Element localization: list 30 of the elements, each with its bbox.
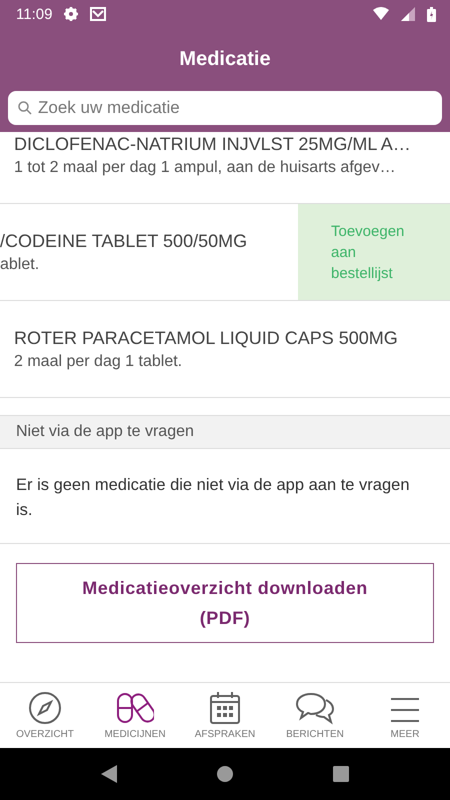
chat-icon <box>295 691 335 725</box>
medication-name: ROTER PARACETAMOL LIQUID CAPS 500MG <box>14 328 399 348</box>
battery-icon <box>427 6 436 22</box>
medication-name: /CODEINE TABLET 500/50MG <box>0 230 248 252</box>
nav-tab[interactable]: MEDICIJNEN <box>90 683 180 748</box>
empty-message: Er is geen medicatie die niet via de app aan te vragen is. <box>0 449 450 544</box>
download-button[interactable]: Medicatieoverzicht downloaden (PDF) <box>16 563 434 643</box>
gear-icon <box>64 7 78 21</box>
nav-tab[interactable]: OVERZICHT <box>0 683 90 748</box>
calendar-icon <box>209 691 241 725</box>
nav-tab[interactable]: MEER <box>360 683 450 748</box>
pills-icon <box>116 691 154 725</box>
search-field[interactable]: Zoek uw medicatie <box>8 91 442 125</box>
medication-dosage: 2 maal per dag 1 tablet. <box>14 352 184 370</box>
search-icon <box>18 101 32 115</box>
status-time: 11:09 <box>16 6 52 22</box>
mail-icon <box>90 7 106 21</box>
medication-dosage: ablet. <box>0 256 40 274</box>
back-icon[interactable] <box>101 765 117 783</box>
signal-icon <box>401 7 415 21</box>
home-icon[interactable] <box>217 766 233 782</box>
compass-icon <box>28 691 62 725</box>
nav-tab[interactable]: AFSPRAKEN <box>180 683 270 748</box>
medication-name: DICLOFENAC-NATRIUM INJVLST 25MG/ML A… <box>14 134 412 155</box>
section-header: Niet via de app te vragen <box>0 415 450 449</box>
nav-tab[interactable]: BERICHTEN <box>270 683 360 748</box>
screen-title: Medicatie <box>178 47 272 72</box>
menu-icon <box>389 695 421 725</box>
wifi-icon <box>373 7 389 21</box>
medication-dosage: 1 tot 2 maal per dag 1 ampul, aan de huisarts afgev… <box>14 159 397 177</box>
